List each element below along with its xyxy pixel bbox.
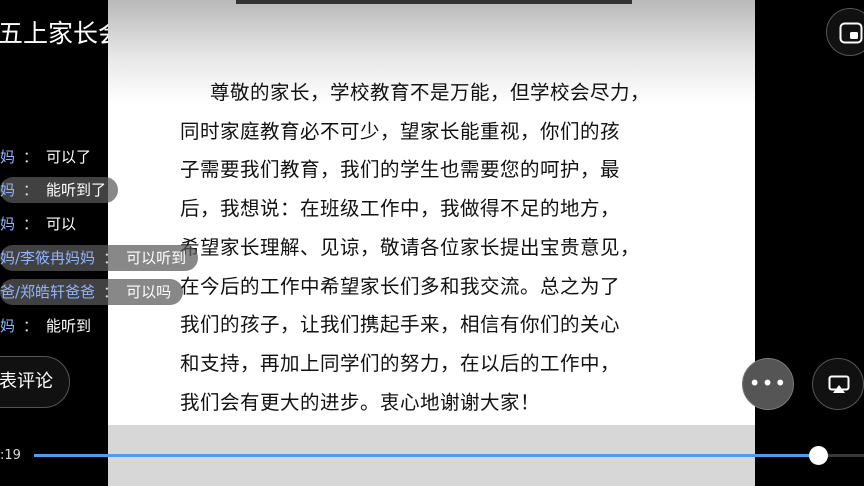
comment-item: 妈 ： 能听到 <box>0 313 99 339</box>
comment-author: 妈/李筱冉妈妈 <box>0 249 96 267</box>
comment-text: 能听到了 <box>46 181 107 199</box>
comment-separator: ： <box>23 215 39 233</box>
comment-author: 妈 <box>0 317 16 335</box>
comment-separator: ： <box>23 181 39 199</box>
slide-line: 希望家长理解、见谅，敬请各位家长提出宝贵意见， <box>180 235 641 259</box>
more-options-button[interactable]: ••• <box>742 358 794 410</box>
slide-line: 我们会有更大的进步。衷心地谢谢大家！ <box>180 390 541 414</box>
comment-item: 妈 ： 可以了 <box>0 144 99 170</box>
post-comment-button[interactable]: 表评论 <box>0 356 70 408</box>
comment-author: 妈 <box>0 148 16 166</box>
pip-button[interactable] <box>826 8 864 56</box>
progress-fill <box>34 454 818 457</box>
comment-item: 妈 ： 可以 <box>0 211 84 237</box>
slide-line: 子需要我们教育，我们的学生也需要您的呵护，最 <box>180 158 621 182</box>
slide-line: 同时家庭教育必不可少，望家长能重视，你们的孩 <box>180 119 621 143</box>
slide-content: 尊敬的家长，学校教育不是万能，但学校会尽力， 同时家庭教育必不可少，望家长能重视… <box>108 0 755 486</box>
comment-text: 可以了 <box>46 148 92 166</box>
comment-separator: ： <box>23 317 39 335</box>
comment-text: 可以吗 <box>126 283 172 301</box>
elapsed-time: :19 <box>0 448 21 463</box>
comment-item: 妈 ： 能听到了 <box>0 177 119 203</box>
comment-item: 妈/李筱冉妈妈 ： 可以听到 <box>0 245 199 271</box>
slide-line: 后，我想说：在班级工作中，我做得不足的地方， <box>180 197 621 221</box>
picture-in-picture-icon <box>839 22 863 44</box>
slide-line: 和支持，再加上同学们的努力，在以后的工作中， <box>180 351 621 375</box>
comment-partial <box>0 114 13 140</box>
progress-bar[interactable] <box>34 446 864 465</box>
screen-cast-button[interactable] <box>812 358 864 410</box>
comment-separator: ： <box>103 249 119 267</box>
comment-item: 爸/郑皓轩爸爸 ： 可以吗 <box>0 279 184 305</box>
slide-line: 在今后的工作中希望家长们多和我交流。总之为了 <box>180 274 621 298</box>
comment-separator: ： <box>103 283 119 301</box>
comment-text: 可以 <box>46 215 77 233</box>
comment-text: 可以听到 <box>126 249 187 267</box>
progress-thumb[interactable] <box>808 446 828 465</box>
comment-text: 能听到 <box>46 317 92 335</box>
comment-author: 妈 <box>0 215 16 233</box>
comment-author: 爸/郑皓轩爸爸 <box>0 283 96 301</box>
comment-author: 妈 <box>0 181 16 199</box>
slide-line: 尊敬的家长，学校教育不是万能，但学校会尽力， <box>210 81 651 104</box>
comment-separator: ： <box>23 148 39 166</box>
slide-top-bar <box>236 0 632 4</box>
more-horizontal-icon: ••• <box>748 371 788 395</box>
slide-line: 我们的孩子，让我们携起手来，相信有你们的关心 <box>180 313 621 337</box>
slide-text: 尊敬的家长，学校教育不是万能，但学校会尽力， 同时家庭教育必不可少，望家长能重视… <box>180 74 690 422</box>
page-title: 五上家长会 <box>0 19 124 48</box>
screen-cast-icon <box>828 375 850 393</box>
